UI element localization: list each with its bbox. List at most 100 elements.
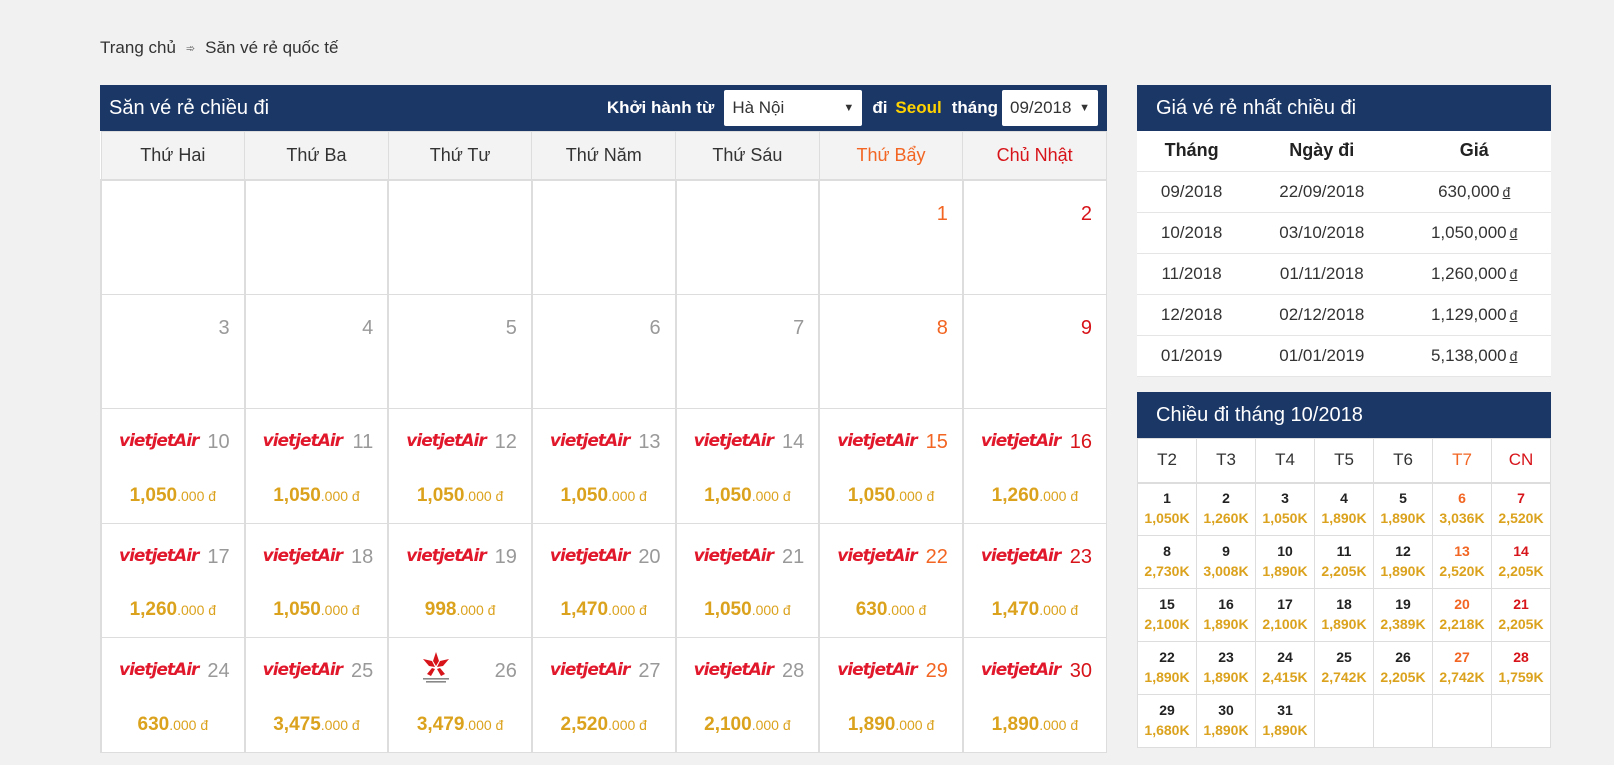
table-row[interactable]: 10/2018 03/10/2018 1,050,000 đ (1137, 212, 1551, 254)
calendar-day-cell[interactable]: vietjetAir 11 1,050.000 đ (243, 408, 389, 524)
fare-price[interactable]: 630.000 đ (820, 599, 962, 621)
mini-calendar-day-cell[interactable]: 16 1,890K (1196, 588, 1256, 642)
fare-price[interactable]: 630.000 đ (102, 714, 244, 736)
calendar-day-cell[interactable]: vietjetAir 25 3,475.000 đ (243, 637, 389, 753)
mini-weekday-header: T7 (1432, 438, 1492, 484)
departure-select[interactable]: Hà Nội ▼ (724, 90, 863, 126)
mini-calendar-day-cell[interactable]: 22 1,890K (1137, 641, 1197, 695)
mini-calendar-day-cell[interactable]: 30 1,890K (1196, 694, 1256, 748)
fare-price[interactable]: 1,050.000 đ (102, 485, 244, 507)
fare-price[interactable]: 3,479.000 đ (389, 714, 531, 736)
fare-price[interactable]: 1,470.000 đ (964, 599, 1106, 621)
mini-calendar-day-cell[interactable]: 5 1,890K (1373, 482, 1433, 536)
mini-calendar-day-cell[interactable]: 3 1,050K (1255, 482, 1315, 536)
mini-calendar-day-cell[interactable]: 12 1,890K (1373, 535, 1433, 589)
calendar-day-cell[interactable]: vietjetAir 22 630.000 đ (818, 522, 964, 638)
fare-price[interactable]: 1,260.000 đ (102, 599, 244, 621)
fare-price-main: 1,050 (704, 599, 752, 620)
breadcrumb-home-link[interactable]: Trang chủ (100, 38, 176, 58)
mini-calendar-day-cell[interactable]: 29 1,680K (1137, 694, 1197, 748)
fare-price[interactable]: 1,470.000 đ (533, 599, 675, 621)
mini-calendar-day-cell[interactable]: 8 2,730K (1137, 535, 1197, 589)
mini-calendar-day-cell[interactable]: 7 2,520K (1491, 482, 1551, 536)
calendar-day-cell[interactable]: vietjetAir 14 1,050.000 đ (674, 408, 820, 524)
vietjetair-logo-icon: vietjetAir (837, 660, 917, 680)
fare-price[interactable]: 1,260.000 đ (964, 485, 1106, 507)
mini-calendar-day-cell[interactable]: 27 2,742K (1432, 641, 1492, 695)
mini-calendar-day-cell[interactable]: 21 2,205K (1491, 588, 1551, 642)
fare-price[interactable]: 1,050.000 đ (246, 599, 388, 621)
calendar-day-cell: 8 (818, 293, 964, 409)
mini-calendar-day-cell[interactable]: 2 1,260K (1196, 482, 1256, 536)
day-number: 16 (1069, 431, 1092, 453)
calendar-day-cell[interactable]: vietjetAir 28 2,100.000 đ (674, 637, 820, 753)
fare-price[interactable]: 1,050.000 đ (820, 485, 962, 507)
fare-price[interactable]: 1,890.000 đ (964, 714, 1106, 736)
calendar-day-cell[interactable]: vietjetAir 29 1,890.000 đ (818, 637, 964, 753)
calendar-day-cell[interactable]: vietjetAir 12 1,050.000 đ (387, 408, 533, 524)
mini-calendar-day-cell[interactable]: 10 1,890K (1255, 535, 1315, 589)
fare-price-main: 3,475 (273, 713, 321, 735)
table-row[interactable]: 11/2018 01/11/2018 1,260,000 đ (1137, 253, 1551, 295)
month-select[interactable]: 09/2018 ▼ (1002, 90, 1098, 126)
fare-price-suffix: .000 đ (1039, 716, 1079, 733)
calendar-day-cell[interactable]: vietjetAir 17 1,260.000 đ (100, 522, 246, 638)
calendar-empty-cell (674, 179, 820, 295)
day-number: 30 (1069, 660, 1092, 682)
calendar-day-cell[interactable]: 26 3,479.000 đ (387, 637, 533, 753)
fare-price-suffix: .000 đ (464, 487, 504, 504)
mini-calendar-day-cell[interactable]: 31 1,890K (1255, 694, 1315, 748)
calendar-day-cell[interactable]: vietjetAir 19 998.000 đ (387, 522, 533, 638)
fare-price[interactable]: 1,050.000 đ (533, 485, 675, 507)
mini-calendar-day-cell[interactable]: 9 3,008K (1196, 535, 1256, 589)
fare-price[interactable]: 1,050.000 đ (677, 599, 819, 621)
mini-calendar-day-cell[interactable]: 20 2,218K (1432, 588, 1492, 642)
mini-calendar-day-cell[interactable]: 11 2,205K (1314, 535, 1374, 589)
mini-calendar-day-cell[interactable]: 18 1,890K (1314, 588, 1374, 642)
mini-calendar-day-cell[interactable]: 6 3,036K (1432, 482, 1492, 536)
calendar-day-cell[interactable]: vietjetAir 16 1,260.000 đ (961, 408, 1107, 524)
mini-calendar-day-cell[interactable]: 14 2,205K (1491, 535, 1551, 589)
mini-calendar-day-cell[interactable]: 13 2,520K (1432, 535, 1492, 589)
calendar-day-cell[interactable]: vietjetAir 24 630.000 đ (100, 637, 246, 753)
vietjetair-logo-icon: vietjetAir (693, 431, 774, 451)
breadcrumb-current-link[interactable]: Săn vé rẻ quốc tế (205, 38, 338, 58)
fare-price[interactable]: 1,050.000 đ (677, 485, 819, 507)
fare-price[interactable]: 1,050.000 đ (389, 485, 531, 507)
mini-calendar-day-cell[interactable]: 17 2,100K (1255, 588, 1315, 642)
cheapest-date-cell: 01/01/2019 (1246, 335, 1398, 377)
weekday-header: Thứ Sáu (675, 131, 820, 181)
calendar-day-cell[interactable]: vietjetAir 20 1,470.000 đ (530, 522, 677, 638)
fare-price-suffix: .000 đ (608, 487, 647, 504)
calendar-day-cell[interactable]: vietjetAir 30 1,890.000 đ (961, 637, 1107, 753)
table-row[interactable]: 12/2018 02/12/2018 1,129,000 đ (1137, 294, 1551, 336)
fare-price-main: 2,520 (560, 713, 609, 735)
mini-calendar-day-cell[interactable]: 15 2,100K (1137, 588, 1197, 642)
table-row[interactable]: 09/2018 22/09/2018 630,000 đ (1137, 171, 1551, 213)
mini-calendar-day-cell[interactable]: 23 1,890K (1196, 641, 1256, 695)
mini-calendar-day-cell[interactable]: 24 2,415K (1255, 641, 1315, 695)
mini-day-price: 1,890K (1203, 722, 1249, 738)
calendar-day-cell[interactable]: vietjetAir 10 1,050.000 đ (100, 408, 246, 524)
calendar-day-cell[interactable]: vietjetAir 23 1,470.000 đ (961, 522, 1107, 638)
calendar-week-row: vietjetAir 24 630.000 đ vietjetAir 25 3,475.0… (100, 637, 1107, 753)
mini-calendar-day-cell[interactable]: 25 2,742K (1314, 641, 1374, 695)
fare-price[interactable]: 1,890.000 đ (820, 714, 962, 736)
fare-price[interactable]: 3,475.000 đ (246, 714, 388, 736)
fare-price[interactable]: 2,520.000 đ (533, 714, 675, 736)
fare-price[interactable]: 998.000 đ (389, 599, 531, 621)
mini-weekday-header: T3 (1196, 438, 1256, 484)
mini-calendar-day-cell[interactable]: 1 1,050K (1137, 482, 1197, 536)
table-row[interactable]: 01/2019 01/01/2019 5,138,000 đ (1137, 335, 1551, 377)
calendar-day-cell[interactable]: vietjetAir 27 2,520.000 đ (530, 637, 677, 753)
calendar-day-cell[interactable]: vietjetAir 18 1,050.000 đ (243, 522, 389, 638)
mini-calendar-day-cell[interactable]: 19 2,389K (1373, 588, 1433, 642)
fare-price[interactable]: 2,100.000 đ (677, 714, 819, 736)
calendar-day-cell[interactable]: vietjetAir 15 1,050.000 đ (818, 408, 964, 524)
mini-calendar-day-cell[interactable]: 28 1,759K (1491, 641, 1551, 695)
mini-calendar-day-cell[interactable]: 26 2,205K (1373, 641, 1433, 695)
calendar-day-cell[interactable]: vietjetAir 13 1,050.000 đ (530, 408, 677, 524)
mini-calendar-day-cell[interactable]: 4 1,890K (1314, 482, 1374, 536)
calendar-day-cell[interactable]: vietjetAir 21 1,050.000 đ (674, 522, 820, 638)
fare-price[interactable]: 1,050.000 đ (246, 485, 388, 507)
